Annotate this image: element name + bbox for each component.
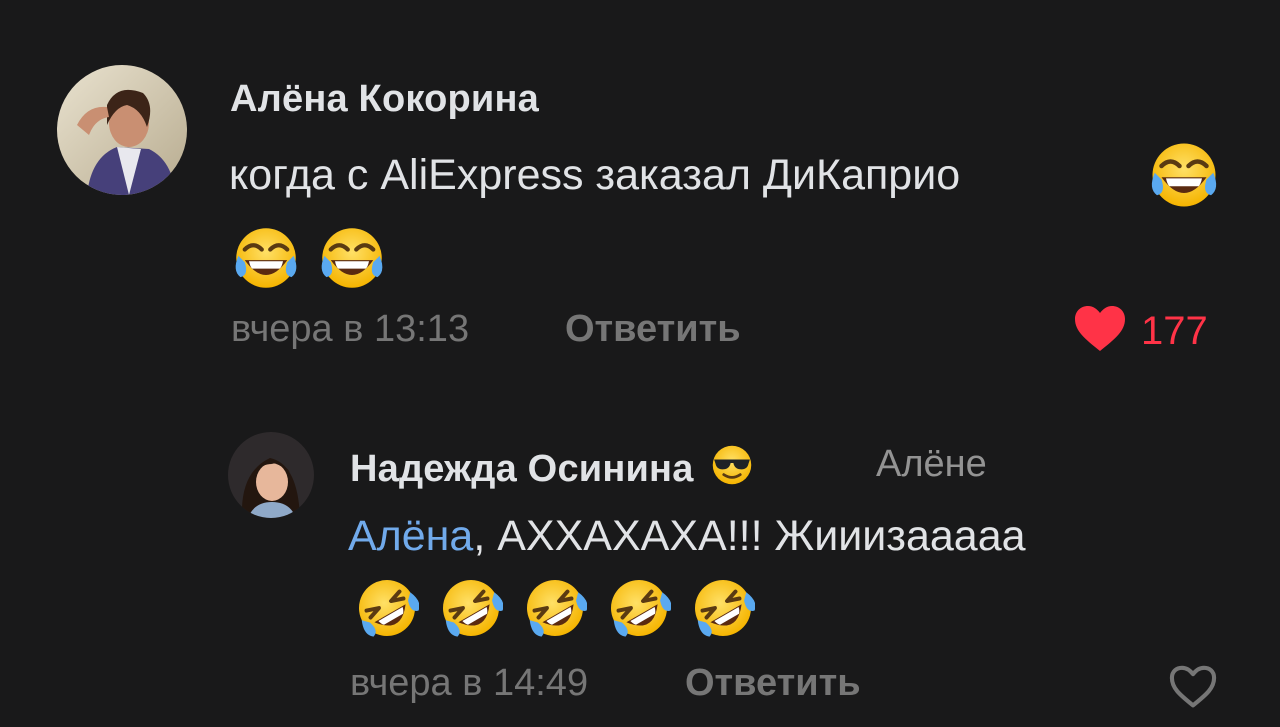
rofl-emoji xyxy=(523,576,587,645)
author-name: Надежда Осинина xyxy=(350,448,694,490)
comment-body: , АХХАХАХА!!! Жииизааааа xyxy=(473,512,1026,560)
reply-to-label[interactable]: Алёне xyxy=(876,443,987,486)
emoji-row xyxy=(355,576,755,645)
tears-of-joy-emoji xyxy=(1148,139,1220,216)
heart-outline-icon xyxy=(1168,665,1218,714)
avatar[interactable] xyxy=(228,432,314,518)
avatar[interactable] xyxy=(57,65,187,195)
reply-button[interactable]: Ответить xyxy=(565,308,741,351)
like-button[interactable] xyxy=(1168,665,1218,714)
rofl-emoji xyxy=(607,576,671,645)
comment-author[interactable]: Надежда Осинина xyxy=(350,443,754,497)
comment-timestamp: вчера в 14:49 xyxy=(350,662,589,704)
comment-text: когда с AliExpress заказал ДиКаприо xyxy=(229,151,961,199)
comment-timestamp: вчера в 13:13 xyxy=(231,308,470,350)
reply-button[interactable]: Ответить xyxy=(685,662,861,705)
tears-of-joy-emoji xyxy=(318,224,386,297)
emoji-row xyxy=(232,224,386,297)
comment-author[interactable]: Алёна Кокорина xyxy=(230,78,539,121)
like-button[interactable]: 177 xyxy=(1073,305,1208,358)
comment-item: Алёна Кокорина когда с AliExpress заказа… xyxy=(0,0,1280,400)
rofl-emoji xyxy=(691,576,755,645)
tears-of-joy-emoji xyxy=(232,224,300,297)
mention-link[interactable]: Алёна xyxy=(348,512,473,560)
comment-text: Алёна, АХХАХАХА!!! Жииизааааа xyxy=(348,512,1026,560)
heart-filled-icon xyxy=(1073,305,1127,358)
like-count: 177 xyxy=(1141,309,1208,353)
rofl-emoji xyxy=(439,576,503,645)
rofl-emoji xyxy=(355,576,419,645)
sunglasses-emoji xyxy=(710,443,754,497)
